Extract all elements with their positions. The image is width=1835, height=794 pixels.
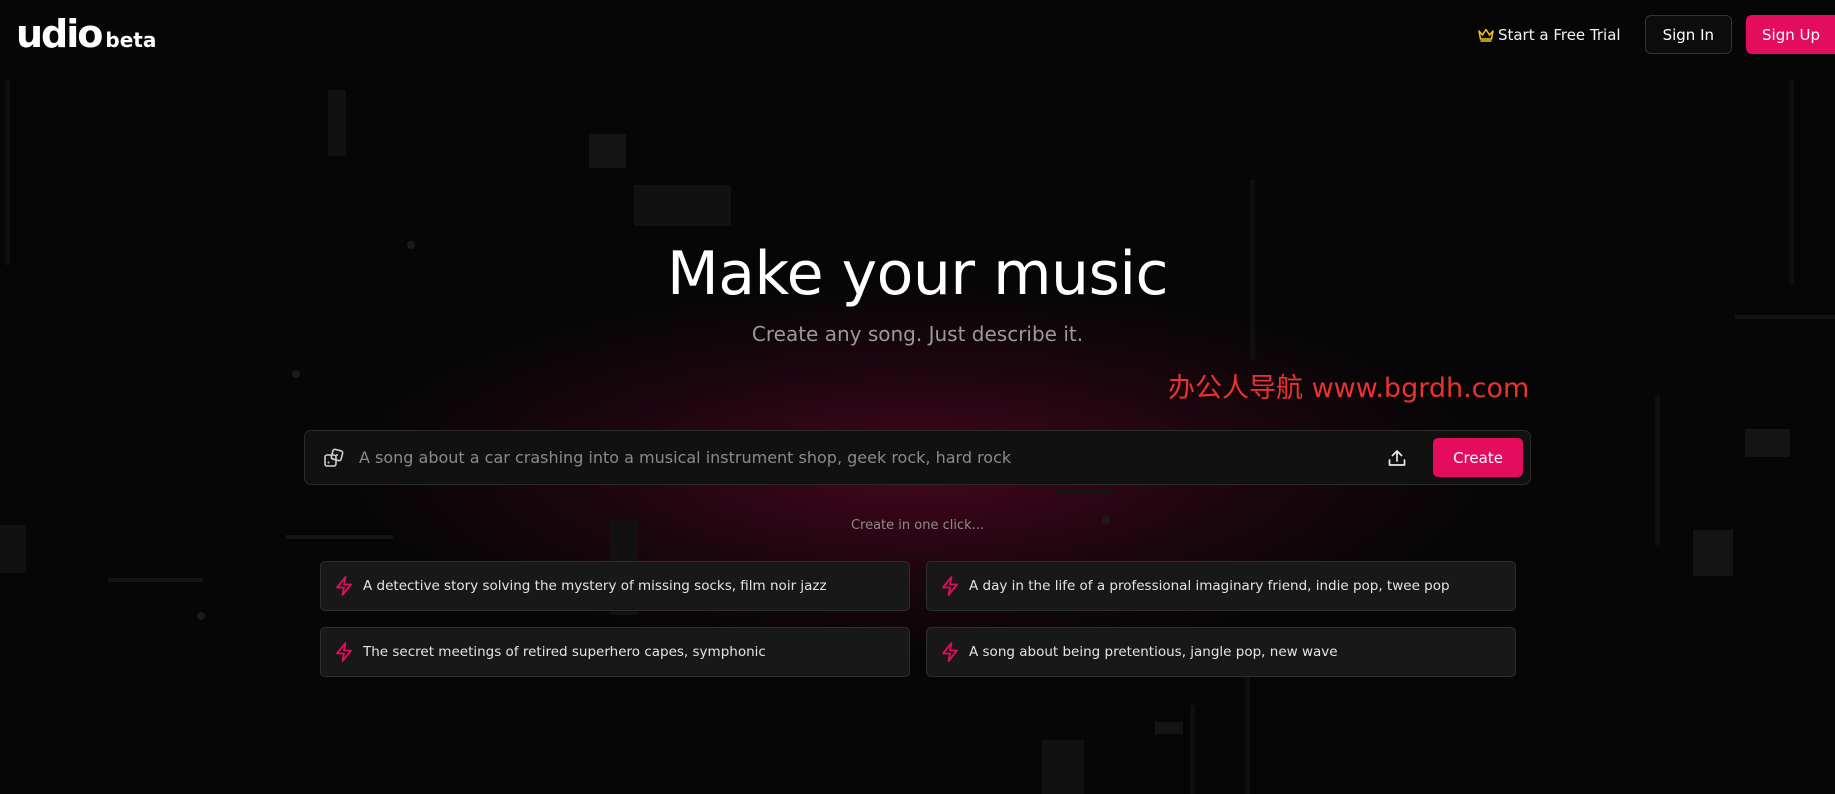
bolt-icon [336, 642, 352, 662]
bolt-icon [942, 642, 958, 662]
watermark-text: 办公人导航 www.bgrdh.com [1168, 373, 1530, 404]
trial-label: Start a Free Trial [1497, 25, 1621, 44]
hero-subtitle: Create any song. Just describe it. [751, 322, 1084, 346]
header-nav: Start a Free Trial Sign In Sign Up [1478, 15, 1835, 54]
suggestion-card[interactable]: The secret meetings of retired superhero… [320, 627, 910, 677]
top-header: udio beta Start a Free Trial Sign In Sig… [0, 0, 1835, 68]
bg-decoration [1042, 740, 1084, 794]
bg-decoration [1155, 722, 1183, 734]
logo-beta-badge: beta [105, 28, 157, 52]
bg-decoration [1693, 530, 1733, 576]
bg-decoration [1745, 429, 1790, 457]
upload-icon[interactable] [1387, 448, 1407, 468]
start-free-trial-link[interactable]: Start a Free Trial [1478, 26, 1621, 44]
logo-wordmark: udio [16, 12, 103, 56]
crown-icon [1478, 28, 1494, 42]
bg-decoration [1055, 490, 1115, 494]
suggestion-grid: A detective story solving the mystery of… [320, 561, 1516, 677]
sign-up-button[interactable]: Sign Up [1746, 15, 1835, 54]
bg-decoration [1735, 315, 1835, 319]
hero-title: Make your music [666, 239, 1169, 309]
sign-in-button[interactable]: Sign In [1644, 15, 1732, 54]
suggestion-card[interactable]: A song about being pretentious, jangle p… [926, 627, 1516, 677]
bg-decoration [197, 612, 205, 620]
bolt-icon [336, 576, 352, 596]
one-click-label: Create in one click... [850, 518, 985, 533]
suggestion-text: A detective story solving the mystery of… [363, 578, 827, 594]
bg-decoration [286, 535, 393, 539]
suggestion-text: A day in the life of a professional imag… [969, 578, 1450, 594]
suggestion-text: The secret meetings of retired superhero… [363, 644, 766, 660]
create-button[interactable]: Create [1433, 438, 1523, 477]
dice-icon[interactable] [323, 447, 345, 469]
bg-decoration [589, 134, 626, 168]
suggestion-text: A song about being pretentious, jangle p… [969, 644, 1338, 660]
suggestion-card[interactable]: A detective story solving the mystery of… [320, 561, 910, 611]
bolt-icon [942, 576, 958, 596]
bg-decoration [634, 185, 731, 226]
prompt-bar: Create [304, 430, 1531, 485]
bg-decoration [328, 90, 346, 156]
bg-decoration [1190, 705, 1195, 794]
song-prompt-input[interactable] [359, 437, 1387, 478]
suggestion-card[interactable]: A day in the life of a professional imag… [926, 561, 1516, 611]
bg-decoration [108, 578, 203, 582]
udio-logo[interactable]: udio beta [16, 14, 156, 60]
bg-decoration [292, 370, 300, 378]
